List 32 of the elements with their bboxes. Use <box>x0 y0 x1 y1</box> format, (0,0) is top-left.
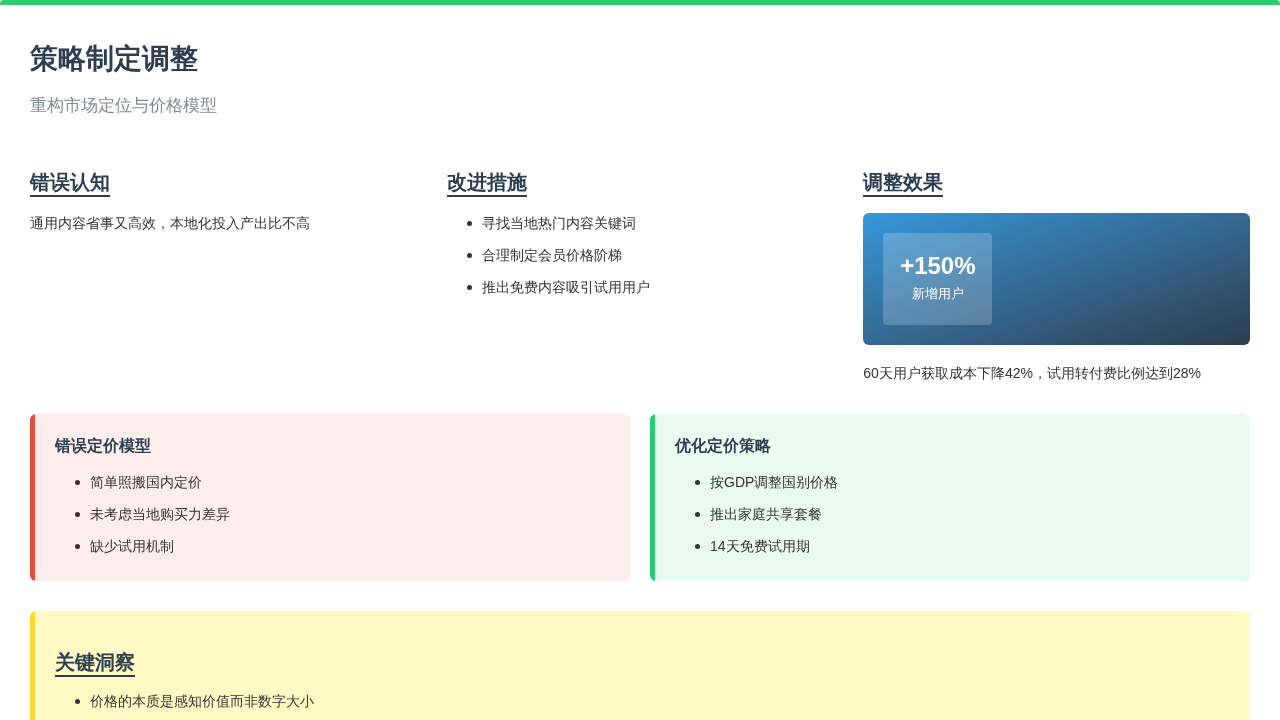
page-title: 策略制定调整 <box>30 42 199 76</box>
stat-label: 新增用户 <box>911 284 964 303</box>
bullet-icon <box>75 479 80 485</box>
list-item-text: 未考虑当地购买力差异 <box>90 504 230 524</box>
card-title: 错误定价模型 <box>55 435 152 456</box>
bullet-icon <box>466 252 472 258</box>
column-text: 通用内容省事又高效，本地化投入产出比不高 <box>30 213 311 233</box>
list-item-text: 价格的本质是感知价值而非数字大小 <box>90 691 314 711</box>
section-heading: 关键洞察 <box>55 648 135 677</box>
bullet-icon <box>466 220 472 226</box>
bullet-icon <box>695 543 700 549</box>
bullet-icon <box>466 284 472 290</box>
section-heading: 错误认知 <box>30 168 110 197</box>
list-item-text: 寻找当地热门内容关键词 <box>481 213 636 233</box>
stat-note: 60天用户获取成本下降42%，试用转付费比例达到28% <box>863 363 1202 383</box>
bullet-icon <box>75 543 80 549</box>
bullet-icon <box>75 698 80 704</box>
section-heading: 改进措施 <box>446 168 527 197</box>
section-heading: 调整效果 <box>863 168 944 197</box>
stat-value: +150% <box>900 253 976 278</box>
list-item-text: 缺少试用机制 <box>90 536 174 556</box>
list-item-text: 14天免费试用期 <box>710 536 810 556</box>
card-title: 优化定价策略 <box>675 435 772 456</box>
list-item-text: 推出家庭共享套餐 <box>710 504 822 524</box>
bullet-icon <box>75 511 80 517</box>
list-item-text: 推出免费内容吸引试用用户 <box>481 277 650 297</box>
bullet-icon <box>695 479 700 485</box>
list-item-text: 简单照搬国内定价 <box>90 472 202 492</box>
list-item-text: 合理制定会员价格阶梯 <box>481 245 622 265</box>
bullet-icon <box>695 511 700 517</box>
list-item-text: 按GDP调整国别价格 <box>710 472 839 492</box>
page-subtitle: 重构市场定位与价格模型 <box>30 95 218 117</box>
